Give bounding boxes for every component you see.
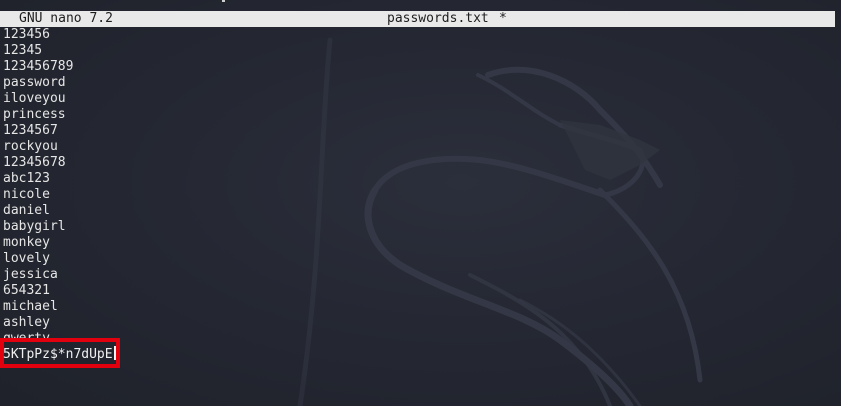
buffer-line[interactable]: 123456789: [3, 59, 833, 75]
current-edit-line[interactable]: 5KTpPz$*n7dUpE: [3, 346, 116, 362]
buffer-line[interactable]: password: [3, 75, 833, 91]
buffer-line[interactable]: rockyou: [3, 139, 833, 155]
buffer-line[interactable]: 654321: [3, 283, 833, 299]
buffer-line[interactable]: michael: [3, 299, 833, 315]
editor-buffer[interactable]: 123456 12345 123456789 password iloveyou…: [3, 27, 833, 337]
buffer-line[interactable]: lovely: [3, 251, 833, 267]
buffer-line[interactable]: abc123: [3, 171, 833, 187]
buffer-line[interactable]: monkey: [3, 235, 833, 251]
buffer-line[interactable]: daniel: [3, 203, 833, 219]
nano-title-bar: GNU nano 7.2 passwords.txt *: [0, 11, 835, 27]
buffer-line[interactable]: 123456: [3, 27, 833, 43]
buffer-line[interactable]: princess: [3, 107, 833, 123]
buffer-line[interactable]: nicole: [3, 187, 833, 203]
buffer-line[interactable]: babygirl: [3, 219, 833, 235]
buffer-line[interactable]: iloveyou: [3, 91, 833, 107]
file-name-label: passwords.txt: [387, 11, 489, 26]
buffer-line[interactable]: jessica: [3, 267, 833, 283]
terminal-window[interactable]: GNU nano 7.2 passwords.txt * 123456 1234…: [0, 0, 841, 406]
buffer-line[interactable]: 1234567: [3, 123, 833, 139]
app-version-label: GNU nano 7.2: [19, 11, 113, 26]
buffer-line[interactable]: 12345: [3, 43, 833, 59]
buffer-line[interactable]: 12345678: [3, 155, 833, 171]
buffer-line[interactable]: ashley: [3, 315, 833, 331]
text-cursor: [113, 346, 116, 360]
modified-indicator: *: [499, 11, 507, 26]
new-password-text[interactable]: 5KTpPz$*n7dUpE: [3, 347, 113, 362]
window-edge-mark: [222, 0, 225, 2]
